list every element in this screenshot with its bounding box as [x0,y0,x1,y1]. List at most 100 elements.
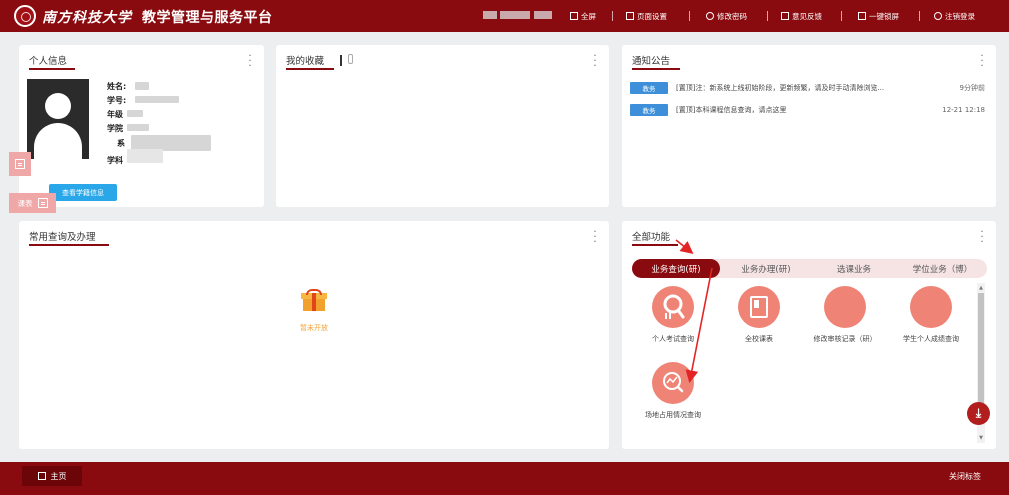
gift-icon [301,289,327,311]
change-password-label: 修改密码 [717,11,747,21]
all-functions-title: 全部功能 [632,232,671,243]
university-name: 南方科技大学 [42,10,132,26]
tab-business-query[interactable]: 业务查询(研) [632,259,720,278]
redacted-value [135,82,149,90]
top-bar: 南方科技大学 教学管理与服务平台 全屏 页面设置 修改密码 意见反馈 一键锁屏 … [0,0,1009,32]
favorites-card: 我的收藏 · · · [276,45,609,207]
function-label: 场地占用情况查询 [645,411,701,419]
user-info-blurred [500,11,530,19]
title-underline [29,244,109,246]
calendar-icon [15,159,25,169]
department-label: 系 [117,139,125,148]
logout-label: 注销登录 [945,11,975,21]
scroll-down-icon[interactable]: ▼ [978,435,984,441]
home-tab-label: 主页 [50,471,67,481]
fullscreen-icon [570,12,578,20]
common-queries-title: 常用查询及办理 [29,232,96,243]
home-tab[interactable]: 主页 [22,466,82,486]
function-exam-query[interactable]: 个人考试查询 [630,286,716,344]
notice-text[interactable]: [置顶]注：新系统上线初始阶段，更新频繁，请及时手动清除浏览... [676,83,952,93]
title-underline [29,68,75,70]
notice-item[interactable]: 教务 [置顶]注：新系统上线初始阶段，更新频繁，请及时手动清除浏览... 9分钟… [630,82,985,94]
schedule-icon [37,198,48,208]
function-circle [910,286,952,328]
download-icon[interactable]: ⤓ [967,402,990,425]
function-school-timetable[interactable]: 全校课表 [716,286,802,344]
page-settings-label: 页面设置 [637,11,667,21]
tab-degree-business[interactable]: 学位业务（博） [898,259,987,278]
user-info-blurred [534,11,552,19]
function-label: 修改审核记录（研） [813,335,877,343]
more-menu-icon[interactable]: · · · [593,50,597,71]
calendar-float-button[interactable] [9,152,31,176]
title-underline [632,68,680,70]
notice-time: 9分钟前 [959,84,985,92]
close-tabs-button[interactable]: 关闭标签 [949,471,981,482]
feedback-label: 意见反馈 [792,11,822,21]
scroll-up-icon[interactable]: ▲ [978,285,984,291]
function-venue-usage-query[interactable]: 场地占用情况查询 [630,362,716,420]
function-audit-records[interactable]: 修改审核记录（研） [802,286,888,344]
exam-search-icon [652,286,694,328]
profile-card: 个人信息 · · · 姓名: 学号: 年级 学院 系 学科 查看学籍信息 [19,45,264,207]
change-password-button[interactable]: 修改密码 [706,9,747,23]
more-menu-icon[interactable]: · · · [980,50,984,71]
common-queries-card: 常用查询及办理 · · · 暂未开放 [19,221,609,449]
name-label: 姓名: [107,82,127,91]
power-icon [934,12,942,20]
avatar [27,79,89,159]
shirt-icon [626,12,634,20]
divider [841,11,842,21]
more-menu-icon[interactable]: · · · [980,226,984,247]
schedule-label: 课表 [17,198,33,208]
notice-tag: 教务 [630,82,668,94]
user-info-blurred [483,11,497,19]
function-label: 全校课表 [745,335,773,343]
pin-icon[interactable] [348,54,353,64]
all-functions-card: 全部功能 · · · 业务查询(研) 业务办理(研) 选课业务 学位业务（博） 个人… [622,221,996,449]
major-label: 学科 [107,156,123,165]
notice-time: 12-21 12:18 [942,106,985,114]
more-menu-icon[interactable]: · · · [248,50,252,71]
title-underline [632,244,678,246]
profile-card-title: 个人信息 [29,56,68,67]
scroll-thumb[interactable] [978,293,984,405]
lock-screen-label: 一键锁屏 [869,11,899,21]
schedule-float-button[interactable]: 课表 [9,193,56,213]
divider [612,11,613,21]
tab-business-handling[interactable]: 业务办理(研) [722,259,810,278]
notice-text[interactable]: [置顶]本科课程信息查询，请点这里 [676,105,934,115]
title-underline [286,68,334,70]
chart-search-icon [652,362,694,404]
divider [689,11,690,21]
empty-state-text: 暂未开放 [300,324,328,332]
logout-button[interactable]: 注销登录 [934,9,975,23]
page-settings-button[interactable]: 页面设置 [626,9,667,23]
divider [919,11,920,21]
key-icon [706,12,714,20]
lock-screen-icon [858,12,866,20]
feedback-button[interactable]: 意见反馈 [781,9,822,23]
redacted-value [135,96,179,103]
bottom-bar: 主页 关闭标签 [0,462,1009,495]
divider [767,11,768,21]
tab-course-selection[interactable]: 选课业务 [812,259,896,278]
redacted-value [127,124,149,131]
view-enrollment-button[interactable]: 查看学籍信息 [49,184,117,201]
redacted-value [127,149,163,163]
redacted-value [127,110,143,117]
favorites-card-title: 我的收藏 [286,56,325,67]
grade-label: 年级 [107,110,123,119]
more-menu-icon[interactable]: · · · [593,226,597,247]
notices-card: 通知公告 · · · 教务 [置顶]注：新系统上线初始阶段，更新频繁，请及时手动清除… [622,45,996,207]
fullscreen-label: 全屏 [581,11,596,21]
home-icon [37,472,46,480]
book-icon [738,286,780,328]
function-circle [824,286,866,328]
notice-item[interactable]: 教务 [置顶]本科课程信息查询，请点这里 12-21 12:18 [630,104,985,116]
fullscreen-button[interactable]: 全屏 [570,9,596,23]
lock-screen-button[interactable]: 一键锁屏 [858,9,899,23]
function-tabs: 业务查询(研) 业务办理(研) 选课业务 学位业务（博） [632,259,987,278]
function-score-query[interactable]: 学生个人成绩查询 [888,286,974,344]
notices-card-title: 通知公告 [632,56,671,67]
